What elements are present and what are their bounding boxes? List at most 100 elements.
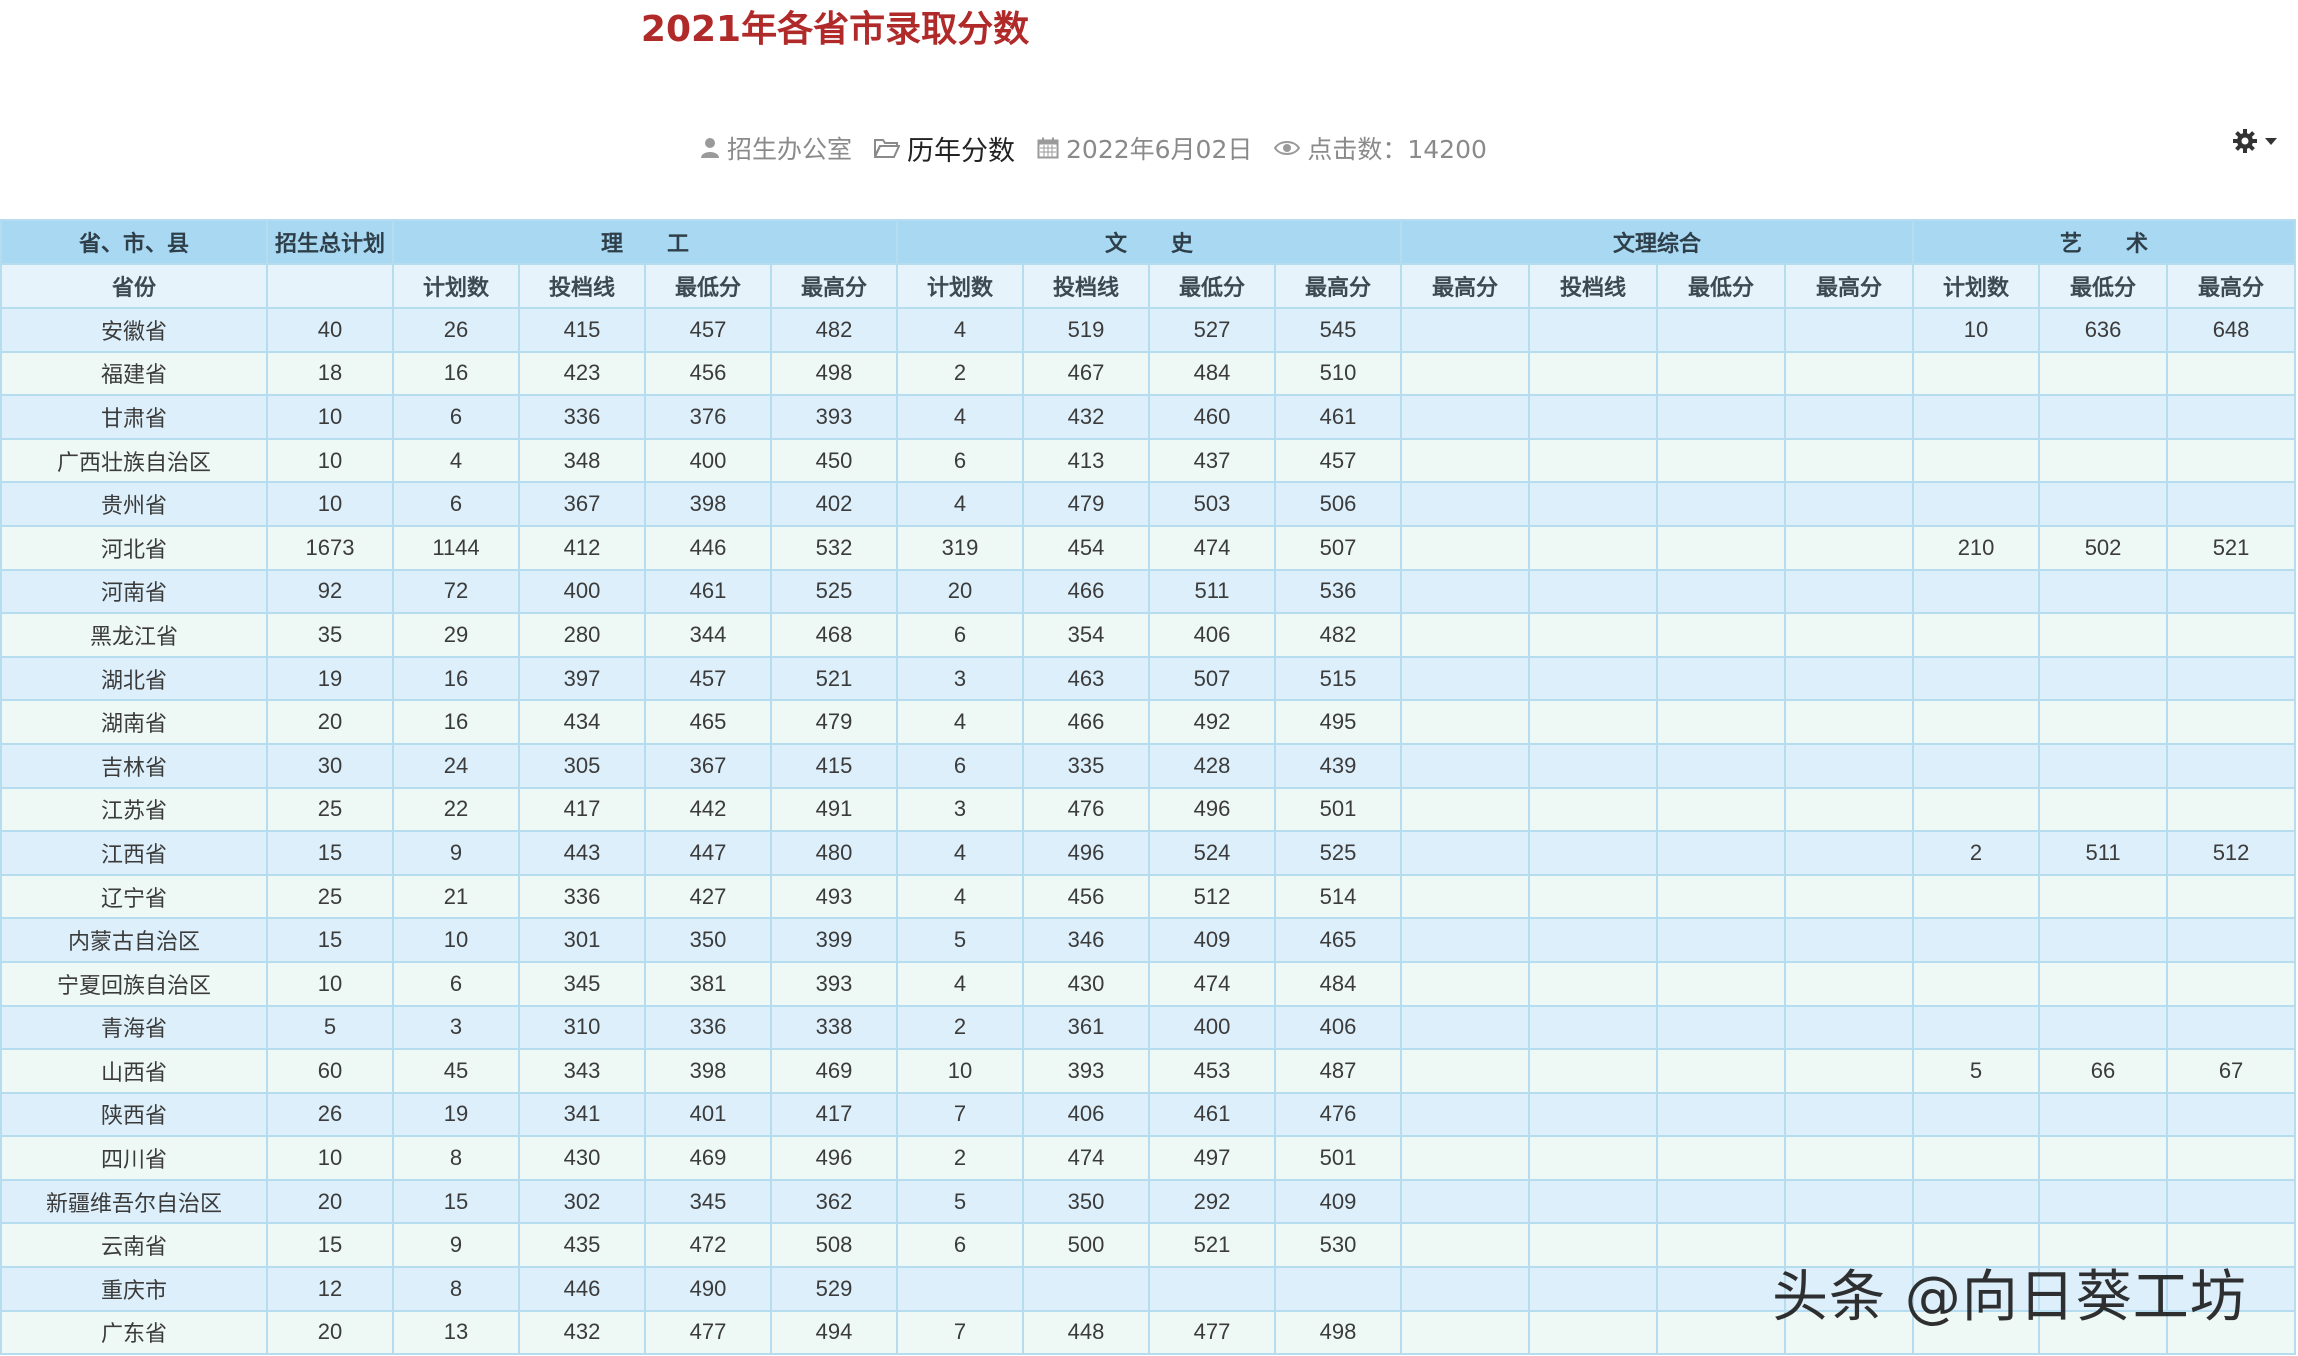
table-cell — [2166, 742, 2297, 789]
admission-scores-table: 省、市、县 招生总计划 理 工 文 史 文理综合 艺 术 省份 计划数 投档线 最低分… — [0, 219, 2297, 1356]
table-cell: 636 — [2038, 307, 2169, 353]
table-cell — [1528, 1178, 1659, 1225]
table-cell — [1784, 830, 1915, 876]
province-cell: 云南省 — [0, 1222, 268, 1269]
table-cell — [1912, 437, 2041, 484]
table-cell: 417 — [769, 1091, 899, 1138]
table-cell: 20 — [266, 699, 394, 745]
table-cell: 482 — [1274, 612, 1403, 658]
province-cell: 辽宁省 — [0, 873, 268, 920]
table-cell — [1784, 699, 1915, 745]
table-row: 湖北省 19 16 397 457 521 3 463 507 515 — [0, 655, 2297, 702]
column-header: 计划数 — [896, 263, 1025, 309]
table-cell: 3 — [896, 655, 1025, 702]
column-header: 最高分 — [2166, 263, 2297, 309]
table-cell — [1400, 612, 1531, 658]
table-cell — [1400, 307, 1531, 353]
table-cell: 397 — [518, 655, 646, 702]
table-cell — [2166, 1004, 2297, 1051]
table-cell: 442 — [644, 786, 772, 833]
meta-category-link[interactable]: 历年分数 — [907, 129, 1015, 168]
table-cell: 527 — [1148, 307, 1277, 353]
table-cell: 511 — [2038, 830, 2169, 876]
table-cell: 354 — [1022, 612, 1151, 658]
table-cell — [1784, 917, 1915, 963]
meta-views-text: 点击数：14200 — [1307, 135, 1487, 164]
table-body: 安徽省 40 26 415 457 482 4 519 527 545 10 636 648 福建省 18 1… — [0, 307, 2297, 1356]
table-cell — [1784, 394, 1915, 440]
table-row: 吉林省 30 24 305 367 415 6 335 428 439 — [0, 742, 2297, 789]
table-cell: 428 — [1148, 742, 1277, 789]
table-cell — [2038, 481, 2169, 527]
table-cell: 7 — [896, 1309, 1025, 1356]
table-cell — [2038, 568, 2169, 615]
table-cell — [1656, 350, 1787, 397]
table-cell: 20 — [266, 1309, 394, 1356]
table-cell: 6 — [896, 612, 1025, 658]
group-header-art: 艺 术 — [1912, 219, 2297, 265]
table-cell — [2166, 481, 2297, 527]
page-title: 2021年各省市录取分数 — [640, 9, 1030, 50]
table-cell — [1656, 1266, 1787, 1312]
table-cell — [1784, 524, 1915, 571]
table-cell: 482 — [769, 307, 899, 353]
table-cell: 521 — [769, 655, 899, 702]
table-row: 广西壮族自治区 10 4 348 400 450 6 413 437 457 — [0, 437, 2297, 484]
table-cell — [1528, 1048, 1659, 1094]
province-cell: 宁夏回族自治区 — [0, 960, 268, 1007]
table-row: 内蒙古自治区 15 10 301 350 399 5 346 409 465 — [0, 917, 2297, 963]
meta-category[interactable]: 历年分数 — [874, 129, 1015, 168]
table-cell — [1528, 1309, 1659, 1356]
table-cell — [1400, 394, 1531, 440]
table-cell: 502 — [2038, 524, 2169, 571]
table-row: 山西省 60 45 343 398 469 10 393 453 487 5 66 67 — [0, 1048, 2297, 1094]
table-cell: 496 — [1148, 786, 1277, 833]
table-cell: 402 — [769, 481, 899, 527]
table-cell: 460 — [1148, 394, 1277, 440]
table-cell: 338 — [769, 1004, 899, 1051]
table-cell: 26 — [392, 307, 520, 353]
table-cell — [2166, 350, 2297, 397]
table-cell: 417 — [518, 786, 646, 833]
table-cell — [1656, 612, 1787, 658]
table-cell — [1784, 1091, 1915, 1138]
table-cell: 5 — [896, 1178, 1025, 1225]
table-cell — [1528, 350, 1659, 397]
table-cell — [1400, 1222, 1531, 1269]
table-cell: 30 — [266, 742, 394, 789]
table-cell — [1784, 1135, 1915, 1181]
table-cell: 10 — [392, 917, 520, 963]
table-cell — [1400, 1135, 1531, 1181]
table-cell — [1528, 437, 1659, 484]
table-cell: 16 — [392, 350, 520, 397]
table-cell: 18 — [266, 350, 394, 397]
table-cell — [2038, 786, 2169, 833]
table-cell: 400 — [1148, 1004, 1277, 1051]
table-cell: 20 — [896, 568, 1025, 615]
table-cell: 454 — [1022, 524, 1151, 571]
table-cell — [2166, 1091, 2297, 1138]
table-cell: 336 — [518, 873, 646, 920]
table-cell: 15 — [266, 1222, 394, 1269]
table-cell: 343 — [518, 1048, 646, 1094]
eye-icon — [1274, 141, 1301, 155]
table-cell: 446 — [518, 1266, 646, 1312]
table-cell: 4 — [896, 481, 1025, 527]
settings-dropdown-button[interactable] — [2232, 128, 2278, 154]
table-cell — [2166, 568, 2297, 615]
table-cell: 492 — [1148, 699, 1277, 745]
province-cell: 江西省 — [0, 830, 268, 876]
table-cell — [1528, 1135, 1659, 1181]
table-cell — [1912, 873, 2041, 920]
table-cell: 439 — [1274, 742, 1403, 789]
table-cell: 430 — [518, 1135, 646, 1181]
table-row: 陕西省 26 19 341 401 417 7 406 461 476 — [0, 1091, 2297, 1138]
calendar-icon — [1037, 137, 1059, 159]
table-cell — [1656, 568, 1787, 615]
table-cell: 6 — [392, 960, 520, 1007]
table-group-header-row: 省、市、县 招生总计划 理 工 文 史 文理综合 艺 术 — [0, 219, 2297, 265]
table-cell: 507 — [1274, 524, 1403, 571]
table-cell — [1656, 524, 1787, 571]
table-cell — [2038, 917, 2169, 963]
table-cell: 376 — [644, 394, 772, 440]
